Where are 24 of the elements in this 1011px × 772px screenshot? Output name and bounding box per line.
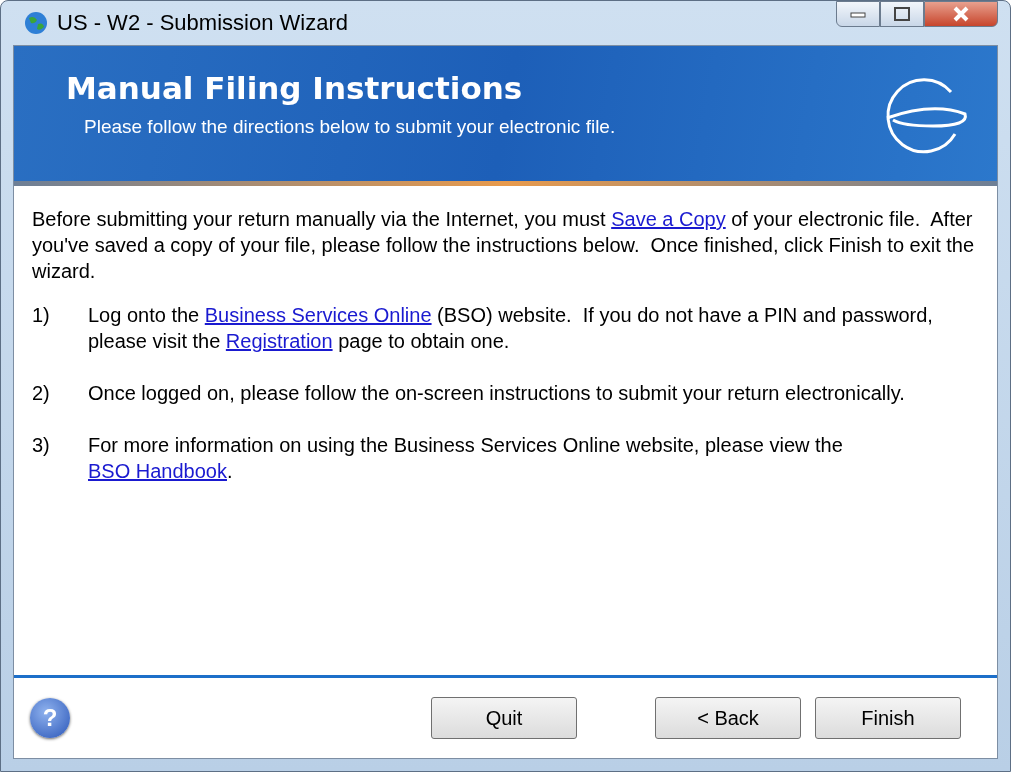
maximize-button[interactable] bbox=[880, 1, 924, 27]
back-button[interactable]: < Back bbox=[655, 697, 801, 739]
intro-paragraph: Before submitting your return manually via the Internet, you must Save a Copy of your electronic file. After you've saved a copy of your file, please follow the instructions below. Once finished, click Finish to exit the wizard. bbox=[32, 207, 976, 284]
minimize-icon bbox=[850, 10, 866, 18]
step-text: Once logged on, please follow the on-screen instructions to submit your return electronically. bbox=[88, 381, 906, 406]
finish-button[interactable]: Finish bbox=[815, 697, 961, 739]
link[interactable]: Save a Copy bbox=[611, 208, 726, 230]
page-subtitle: Please follow the directions below to submit your electronic file. bbox=[84, 116, 616, 138]
maximize-icon bbox=[894, 7, 910, 21]
link[interactable]: Business Services Online bbox=[204, 304, 432, 326]
step-number: 3) bbox=[32, 433, 51, 458]
step-text: For more information on using the Business Services Online website, please view the BSO Handbook. bbox=[88, 433, 844, 484]
quit-button[interactable]: Quit bbox=[431, 697, 577, 739]
step-text: Log onto the Business Services Online (BSO) website. If you do not have a PIN and password, please visit the Registration page to obtain one. bbox=[88, 303, 934, 354]
close-button[interactable] bbox=[924, 1, 998, 27]
window-title: US - W2 - Submission Wizard bbox=[57, 10, 348, 36]
minimize-button[interactable] bbox=[836, 1, 880, 27]
step-number: 2) bbox=[32, 381, 51, 406]
step-number: 1) bbox=[32, 303, 51, 328]
link[interactable]: Registration bbox=[225, 330, 333, 352]
page-title: Manual Filing Instructions bbox=[66, 70, 523, 106]
link[interactable]: BSO Handbook bbox=[88, 460, 227, 482]
close-icon bbox=[952, 6, 970, 22]
globe-icon bbox=[23, 10, 49, 36]
